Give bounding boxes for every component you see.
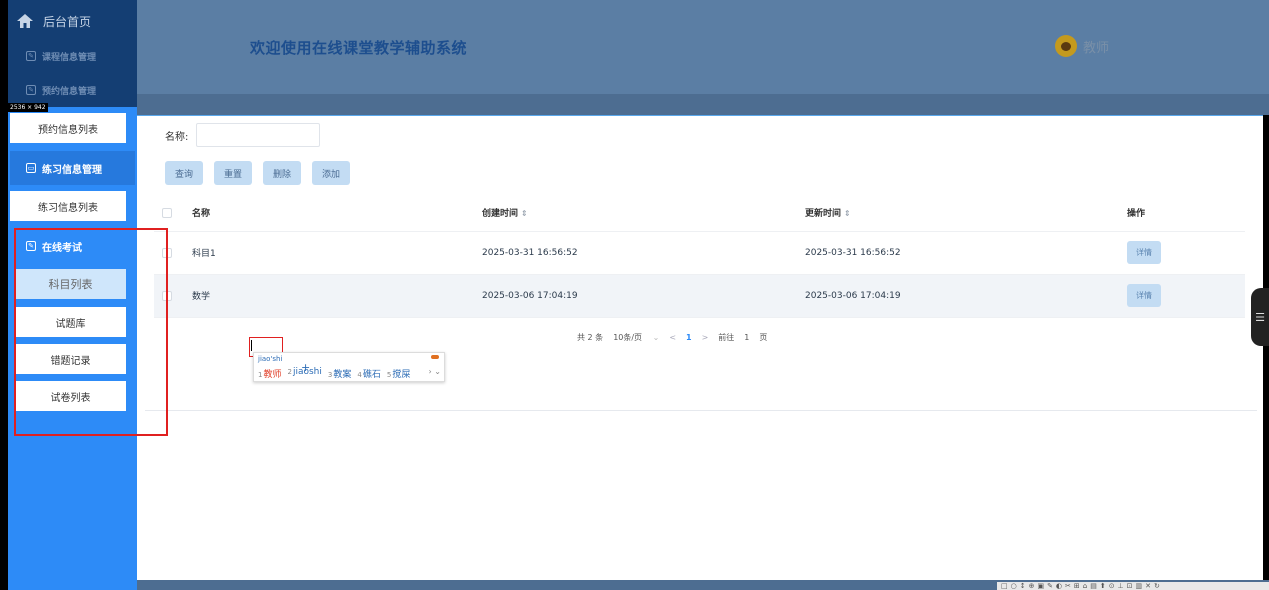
header: 欢迎使用在线课堂教学辅助系统 教师 xyxy=(137,0,1269,94)
user-name: 教师 xyxy=(1083,40,1110,56)
sidebar-item-label: 预约信息管理 xyxy=(42,86,97,97)
crosshair-cursor-icon: + xyxy=(301,361,311,374)
sort-icon[interactable]: ⇕ xyxy=(844,209,851,218)
goto-input[interactable]: 1 xyxy=(744,333,749,342)
query-button[interactable]: 查询 xyxy=(165,161,204,185)
cell-updated: 2025-03-31 16:56:52 xyxy=(797,231,1119,275)
action-buttons: 查询 重置 删除 添加 xyxy=(165,161,361,185)
cell-created: 2025-03-31 16:56:52 xyxy=(474,231,797,275)
column-header-updated[interactable]: 更新时间 ⇕ xyxy=(797,195,1119,232)
side-panel-toggle[interactable]: ☰ xyxy=(1251,288,1269,346)
cell-name: 数学 xyxy=(184,274,474,318)
sort-icon[interactable]: ⇕ xyxy=(521,209,528,218)
page-size-select[interactable]: 10条/页 ⌄ xyxy=(613,332,659,343)
sidebar-item-label: 练习信息管理 xyxy=(42,164,102,176)
table-header-row: 名称 创建时间 ⇕ 更新时间 ⇕ 操作 xyxy=(154,195,1245,232)
goto-label: 前往 xyxy=(718,333,735,342)
sidebar-item-appointment-info[interactable]: ✎ 预约信息管理 xyxy=(8,79,137,101)
user-menu[interactable]: 教师 xyxy=(1055,35,1109,57)
column-header-action: 操作 xyxy=(1119,195,1245,232)
header-strip xyxy=(137,94,1269,115)
dimension-badge: 2536 × 942 xyxy=(8,103,48,112)
chart-icon: ▭ xyxy=(26,163,36,173)
divider xyxy=(145,410,1257,411)
home-icon xyxy=(17,14,33,28)
sidebar-item-home[interactable]: 后台首页 xyxy=(8,8,137,34)
pencil-icon xyxy=(431,355,439,359)
sidebar-item-practice-list[interactable]: 练习信息列表 xyxy=(10,191,126,221)
column-header-name: 名称 xyxy=(184,195,474,232)
ime-candidates: 1教师 2jiaoshi 3教案 4礁石 5搅屎 xyxy=(258,367,416,380)
add-button[interactable]: 添加 xyxy=(312,161,351,185)
ime-candidate[interactable]: 1教师 xyxy=(258,367,281,380)
prev-page-button[interactable]: < xyxy=(669,333,676,342)
cell-created: 2025-03-06 17:04:19 xyxy=(474,274,797,318)
sidebar-item-practice-management[interactable]: ▭ 练习信息管理 xyxy=(10,151,135,185)
text-caret xyxy=(251,340,252,351)
page-title: 欢迎使用在线课堂教学辅助系统 xyxy=(250,39,468,57)
sidebar-item-course-info[interactable]: ✎ 课程信息管理 xyxy=(8,45,137,67)
name-label: 名称: xyxy=(165,131,189,143)
page-suffix: 页 xyxy=(759,333,768,342)
chevron-down-icon: ⌄ xyxy=(652,333,660,342)
ime-candidate-popup[interactable]: jiao'shi 1教师 2jiaoshi 3教案 4礁石 5搅屎 › ⌄ xyxy=(253,352,445,382)
reset-button[interactable]: 重置 xyxy=(214,161,253,185)
select-all-checkbox[interactable] xyxy=(162,207,172,218)
ime-candidate[interactable]: 4礁石 xyxy=(357,367,380,380)
sidebar-item-appointment-list[interactable]: 预约信息列表 xyxy=(10,113,126,143)
next-page-button[interactable]: > xyxy=(702,333,709,342)
search-bar: 名称: xyxy=(165,123,321,147)
ime-candidate[interactable]: 3教案 xyxy=(328,367,351,380)
main-content: 名称: 查询 重置 删除 添加 名称 创建时间 ⇕ 更新时间 ⇕ 操作 科目1 20… xyxy=(137,115,1263,580)
sidebar-item-label: 课程信息管理 xyxy=(42,52,97,63)
subject-table: 名称 创建时间 ⇕ 更新时间 ⇕ 操作 科目1 2025-03-31 16:56:5… xyxy=(154,195,1245,318)
page-number[interactable]: 1 xyxy=(686,333,692,342)
pagination: 共 2 条 10条/页 ⌄ < 1 > 前往 1 页 xyxy=(577,332,777,343)
avatar xyxy=(1055,35,1077,57)
detail-button[interactable]: 详情 xyxy=(1127,241,1161,264)
delete-button[interactable]: 删除 xyxy=(263,161,302,185)
table-row: 数学 2025-03-06 17:04:19 2025-03-06 17:04:… xyxy=(154,274,1245,318)
edit-icon: ✎ xyxy=(26,85,36,95)
detail-button[interactable]: 详情 xyxy=(1127,284,1161,307)
sidebar-home-label: 后台首页 xyxy=(43,14,92,29)
table-row: 科目1 2025-03-31 16:56:52 2025-03-31 16:56… xyxy=(154,231,1245,275)
ime-nav-arrows[interactable]: › ⌄ xyxy=(429,367,441,376)
pagination-total: 共 2 条 xyxy=(577,333,604,342)
cell-updated: 2025-03-06 17:04:19 xyxy=(797,274,1119,318)
ime-composition: jiao'shi xyxy=(258,355,283,363)
cell-name: 科目1 xyxy=(184,231,474,275)
edit-icon: ✎ xyxy=(26,51,36,61)
annotation-highlight-box xyxy=(14,228,168,436)
ime-candidate[interactable]: 5搅屎 xyxy=(387,367,410,380)
screenshot-toolbar[interactable]: □○↕⊕▣✎◐✂⊞⌂▤⬆⊙⊥⊡▥✕↻ xyxy=(997,582,1269,590)
column-header-created[interactable]: 创建时间 ⇕ xyxy=(474,195,797,232)
name-input[interactable] xyxy=(196,123,321,147)
